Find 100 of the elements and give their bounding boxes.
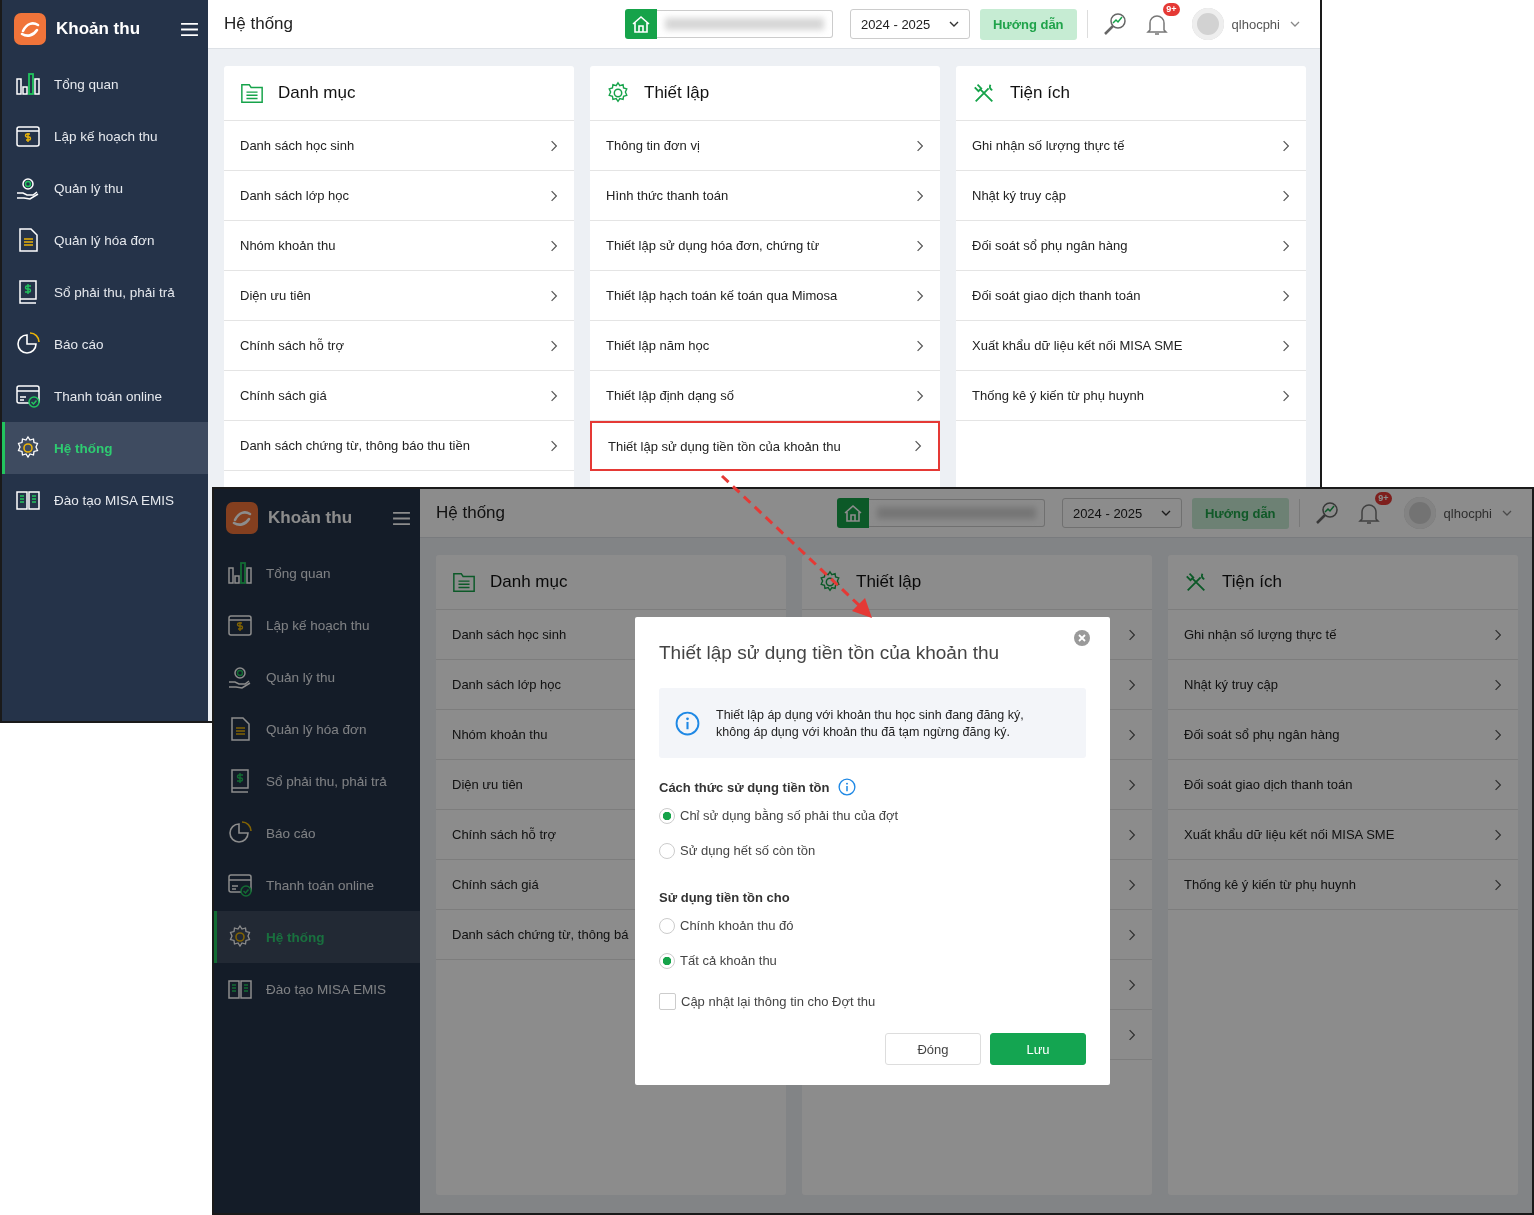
menu-row[interactable]: Danh sách lớp học xyxy=(224,171,574,221)
nav-item[interactable]: Sổ phải thu, phải trả xyxy=(2,266,208,318)
app-title: Khoản thu xyxy=(56,19,142,39)
chevron-right-icon xyxy=(1282,389,1290,402)
chevron-right-icon xyxy=(550,239,558,252)
pie-chart-icon xyxy=(15,331,41,357)
chevron-right-icon xyxy=(550,289,558,302)
menu-row[interactable]: Đối soát giao dịch thanh toán xyxy=(1168,760,1518,810)
caret-icon[interactable] xyxy=(1290,21,1300,27)
year-select[interactable]: 2024 - 2025 xyxy=(1061,498,1182,528)
chevron-right-icon xyxy=(914,440,922,452)
caret-icon[interactable] xyxy=(1502,510,1512,516)
menu-row[interactable]: Thiết lập sử dụng tiền tồn của khoản thu xyxy=(590,421,940,471)
card-title: Thiết lập xyxy=(856,572,922,592)
card-title: Danh mục xyxy=(490,572,568,592)
nav-item[interactable]: Báo cáo xyxy=(2,318,208,370)
chevron-right-icon xyxy=(916,389,924,402)
card-check-icon xyxy=(15,383,41,409)
menu-icon[interactable] xyxy=(393,510,410,526)
nav-item[interactable]: Tổng quan xyxy=(2,58,208,110)
nav-item[interactable]: Lập kế hoạch thu xyxy=(2,110,208,162)
menu-row[interactable]: Đối soát sổ phụ ngân hàng xyxy=(956,221,1306,271)
chevron-right-icon xyxy=(1282,339,1290,352)
nav-item[interactable]: Quản lý thu xyxy=(2,162,208,214)
menu-icon[interactable] xyxy=(181,21,198,37)
menu-row[interactable]: Thống kê ý kiến từ phụ huynh xyxy=(1168,860,1518,910)
chevron-right-icon xyxy=(1282,139,1290,152)
home-button[interactable] xyxy=(836,498,869,528)
menu-row[interactable]: Chính sách giá xyxy=(224,371,574,421)
menu-row[interactable]: Thiết lập định dạng số xyxy=(590,371,940,421)
menu-row[interactable]: Xuất khẩu dữ liệu kết nối MISA SME xyxy=(1168,810,1518,860)
hand-coin-icon xyxy=(227,664,253,690)
menu-row[interactable]: Diện ưu tiên xyxy=(224,271,574,321)
menu-row[interactable]: Thống kê ý kiến từ phụ huynh xyxy=(956,371,1306,421)
chevron-right-icon xyxy=(1128,728,1136,741)
gear-icon xyxy=(818,570,842,594)
chevron-right-icon xyxy=(1494,828,1502,841)
logo-icon xyxy=(226,502,258,534)
nav-item[interactable]: Đào tạo MISA EMIS xyxy=(214,963,420,1015)
chevron-right-icon xyxy=(550,139,558,152)
card-title: Tiện ích xyxy=(1222,572,1282,592)
chevron-right-icon xyxy=(1128,928,1136,941)
gear-icon xyxy=(606,81,630,105)
menu-row[interactable]: Hình thức thanh toán xyxy=(590,171,940,221)
chevron-right-icon xyxy=(550,339,558,352)
nav-item[interactable]: Đào tạo MISA EMIS xyxy=(2,474,208,526)
radio-button[interactable] xyxy=(659,807,675,824)
chevron-right-icon xyxy=(1128,828,1136,841)
folder-list-icon xyxy=(240,81,264,105)
chevron-right-icon xyxy=(916,189,924,202)
chevron-right-icon xyxy=(550,189,558,202)
menu-row[interactable]: Nhật ký truy cập xyxy=(956,171,1306,221)
radio-button[interactable] xyxy=(659,952,675,969)
tools-icon xyxy=(1184,570,1208,594)
nav-item[interactable]: Hệ thống xyxy=(2,422,208,474)
nav-item[interactable]: Báo cáo xyxy=(214,807,420,859)
menu-row[interactable]: Danh sách học sinh xyxy=(224,121,574,171)
page-title: Hệ thống xyxy=(224,14,294,34)
menu-row[interactable]: Chính sách hỗ trợ xyxy=(224,321,574,371)
nav-item[interactable]: Thanh toán online xyxy=(2,370,208,422)
chevron-right-icon xyxy=(1282,239,1290,252)
close-icon[interactable] xyxy=(1074,630,1090,646)
menu-row[interactable]: Xuất khẩu dữ liệu kết nối MISA SME xyxy=(956,321,1306,371)
menu-row[interactable]: Thiết lập năm học xyxy=(590,321,940,371)
chevron-right-icon xyxy=(1128,978,1136,991)
info-icon[interactable] xyxy=(837,778,856,796)
caret-icon xyxy=(1160,510,1171,516)
menu-row[interactable]: Nhóm khoản thu xyxy=(224,221,574,271)
nav-item[interactable]: Thanh toán online xyxy=(214,859,420,911)
card-title: Thiết lập xyxy=(644,83,710,103)
home-icon xyxy=(630,14,651,34)
calendar-icon xyxy=(227,612,253,638)
checkbox[interactable] xyxy=(659,993,676,1010)
nav-item[interactable]: Sổ phải thu, phải trả xyxy=(214,755,420,807)
user-name[interactable]: qlhocphi xyxy=(1443,505,1492,521)
menu-row[interactable]: Ghi nhận số lượng thực tế xyxy=(1168,610,1518,660)
menu-row[interactable]: Đối soát giao dịch thanh toán xyxy=(956,271,1306,321)
bar-chart-icon xyxy=(227,560,253,586)
school-name-field[interactable] xyxy=(656,10,833,38)
checkbox-label[interactable]: Cập nhật lại thông tin cho Đợt thu xyxy=(681,994,876,1009)
school-name-field[interactable] xyxy=(868,499,1045,527)
menu-row[interactable]: Thông tin đơn vị xyxy=(590,121,940,171)
menu-row[interactable]: Nhật ký truy cập xyxy=(1168,660,1518,710)
year-select[interactable]: 2024 - 2025 xyxy=(849,9,970,39)
page-title: Hệ thống xyxy=(436,503,506,523)
folder-list-icon xyxy=(452,570,476,594)
menu-row[interactable]: Thiết lập hạch toán kế toán qua Mimosa xyxy=(590,271,940,321)
menu-row[interactable]: Đối soát sổ phụ ngân hàng xyxy=(1168,710,1518,760)
nav-item[interactable]: Quản lý hóa đơn xyxy=(2,214,208,266)
menu-row[interactable]: Ghi nhận số lượng thực tế xyxy=(956,121,1306,171)
chevron-right-icon xyxy=(1128,628,1136,641)
home-button[interactable] xyxy=(624,9,657,39)
menu-row[interactable]: Thiết lập sử dụng hóa đơn, chứng từ xyxy=(590,221,940,271)
bar-chart-icon xyxy=(15,71,41,97)
menu-row[interactable]: Danh sách chứng từ, thông báo thu tiền xyxy=(224,421,574,471)
chevron-right-icon xyxy=(916,239,924,252)
card-check-icon xyxy=(227,872,253,898)
chevron-right-icon xyxy=(1282,289,1290,302)
close-button[interactable]: Đóng xyxy=(885,1033,981,1065)
user-name[interactable]: qlhocphi xyxy=(1231,16,1280,32)
